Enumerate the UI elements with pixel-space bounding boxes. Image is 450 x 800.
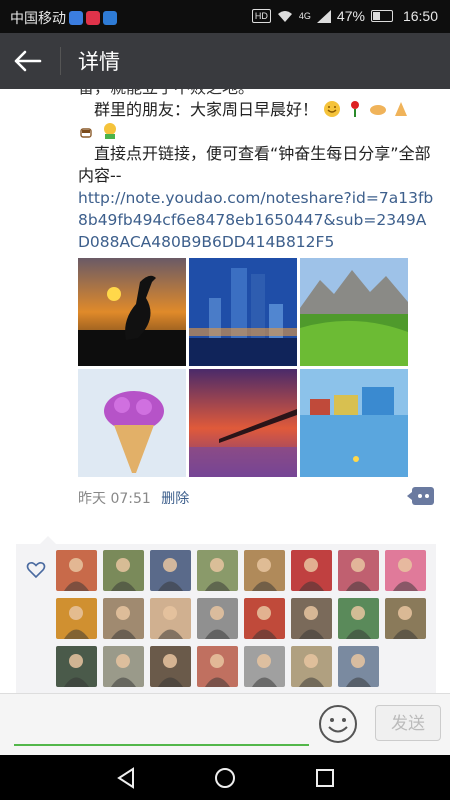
liker-avatar[interactable] — [150, 646, 191, 687]
liker-avatar[interactable] — [385, 550, 426, 591]
photo-alpine-meadow[interactable] — [300, 258, 408, 366]
liker-avatars — [56, 550, 436, 687]
battery-percent: 47% — [336, 8, 365, 24]
notes-app-icon — [69, 11, 83, 25]
heart-outline-icon — [26, 562, 46, 579]
coffee-emoji-icon — [80, 128, 92, 138]
liker-avatar[interactable] — [291, 646, 332, 687]
photo-pier-sunset[interactable] — [189, 369, 297, 477]
liker-avatar[interactable] — [150, 598, 191, 639]
back-arrow-icon[interactable] — [12, 47, 44, 75]
pray-emoji-icon — [395, 102, 408, 116]
video-app-icon — [86, 11, 100, 25]
status-bar: 中国移动 HD 4G 47% 16:50 — [0, 0, 450, 33]
liker-avatar[interactable] — [197, 646, 238, 687]
post-greeting: 群里的朋友：大家周日早晨好！ — [78, 99, 438, 121]
liker-avatar[interactable] — [244, 598, 285, 639]
post-time: 昨天 07:51 — [78, 491, 151, 507]
liker-avatar[interactable] — [338, 646, 379, 687]
nav-home-icon[interactable] — [212, 765, 238, 791]
system-nav-bar — [0, 755, 450, 800]
clover-emoji-icon — [104, 123, 117, 139]
carrier-name: 中国移动 — [10, 10, 66, 26]
liker-avatar[interactable] — [338, 550, 379, 591]
liker-avatar[interactable] — [56, 598, 97, 639]
input-underline — [14, 744, 309, 746]
post-partial-line: 留，就能立于不败之地。 — [78, 89, 438, 99]
header-divider — [60, 47, 61, 75]
post-text: 留，就能立于不败之地。 群里的朋友：大家周日早晨好！ 直接点开链接，便可查看“钟… — [78, 89, 438, 253]
post-intro: 直接点开链接，便可查看“钟奋生每日分享”全部内容-- — [78, 144, 431, 185]
greeting-text: 群里的朋友：大家周日早晨好！ — [94, 100, 319, 119]
liker-avatar[interactable] — [103, 646, 144, 687]
signal-icon — [316, 9, 331, 23]
liker-avatar[interactable] — [103, 550, 144, 591]
liker-avatar[interactable] — [291, 550, 332, 591]
comment-input-bar: 发送 — [0, 693, 450, 756]
liker-avatar[interactable] — [103, 598, 144, 639]
delete-link[interactable]: 删除 — [161, 491, 189, 507]
smile-emoji-icon — [324, 101, 341, 117]
comment-icon[interactable] — [407, 487, 434, 505]
handshake-emoji-icon — [370, 105, 387, 115]
liker-avatar[interactable] — [338, 598, 379, 639]
hd-badge: HD — [251, 9, 271, 23]
nav-recents-icon[interactable] — [312, 765, 338, 791]
liker-avatar[interactable] — [385, 598, 426, 639]
likes-panel — [16, 536, 436, 693]
liker-avatar[interactable] — [150, 550, 191, 591]
comment-input[interactable] — [14, 706, 309, 744]
page-title: 详情 — [78, 50, 120, 74]
title-bar: 详情 — [0, 33, 450, 89]
post-meta: 昨天 07:51 删除 — [78, 488, 189, 508]
photo-sunset-crane[interactable] — [78, 258, 186, 366]
liker-avatar[interactable] — [244, 550, 285, 591]
nav-back-icon[interactable] — [113, 765, 139, 791]
photo-lake-houses[interactable] — [300, 369, 408, 477]
moment-detail: 留，就能立于不败之地。 群里的朋友：大家周日早晨好！ 直接点开链接，便可查看“钟… — [0, 89, 450, 693]
liker-avatar[interactable] — [56, 646, 97, 687]
battery-icon — [370, 10, 393, 22]
clock: 16:50 — [402, 8, 438, 24]
photo-city-skyline[interactable] — [189, 258, 297, 366]
liker-avatar[interactable] — [197, 550, 238, 591]
network-type: 4G — [298, 11, 311, 21]
wifi-icon — [277, 10, 292, 22]
liker-avatar[interactable] — [197, 598, 238, 639]
rose-emoji-icon — [351, 101, 360, 117]
post-emoji-line — [78, 121, 438, 143]
browser-app-icon — [103, 11, 117, 25]
smiley-icon[interactable] — [318, 704, 358, 744]
liker-avatar[interactable] — [291, 598, 332, 639]
post-link[interactable]: http://note.youdao.com/noteshare?id=7a13… — [78, 187, 438, 253]
liker-avatar[interactable] — [244, 646, 285, 687]
send-button[interactable]: 发送 — [375, 705, 441, 741]
liker-avatar[interactable] — [56, 550, 97, 591]
photo-grid — [78, 258, 408, 477]
photo-flower-cone[interactable] — [78, 369, 186, 477]
